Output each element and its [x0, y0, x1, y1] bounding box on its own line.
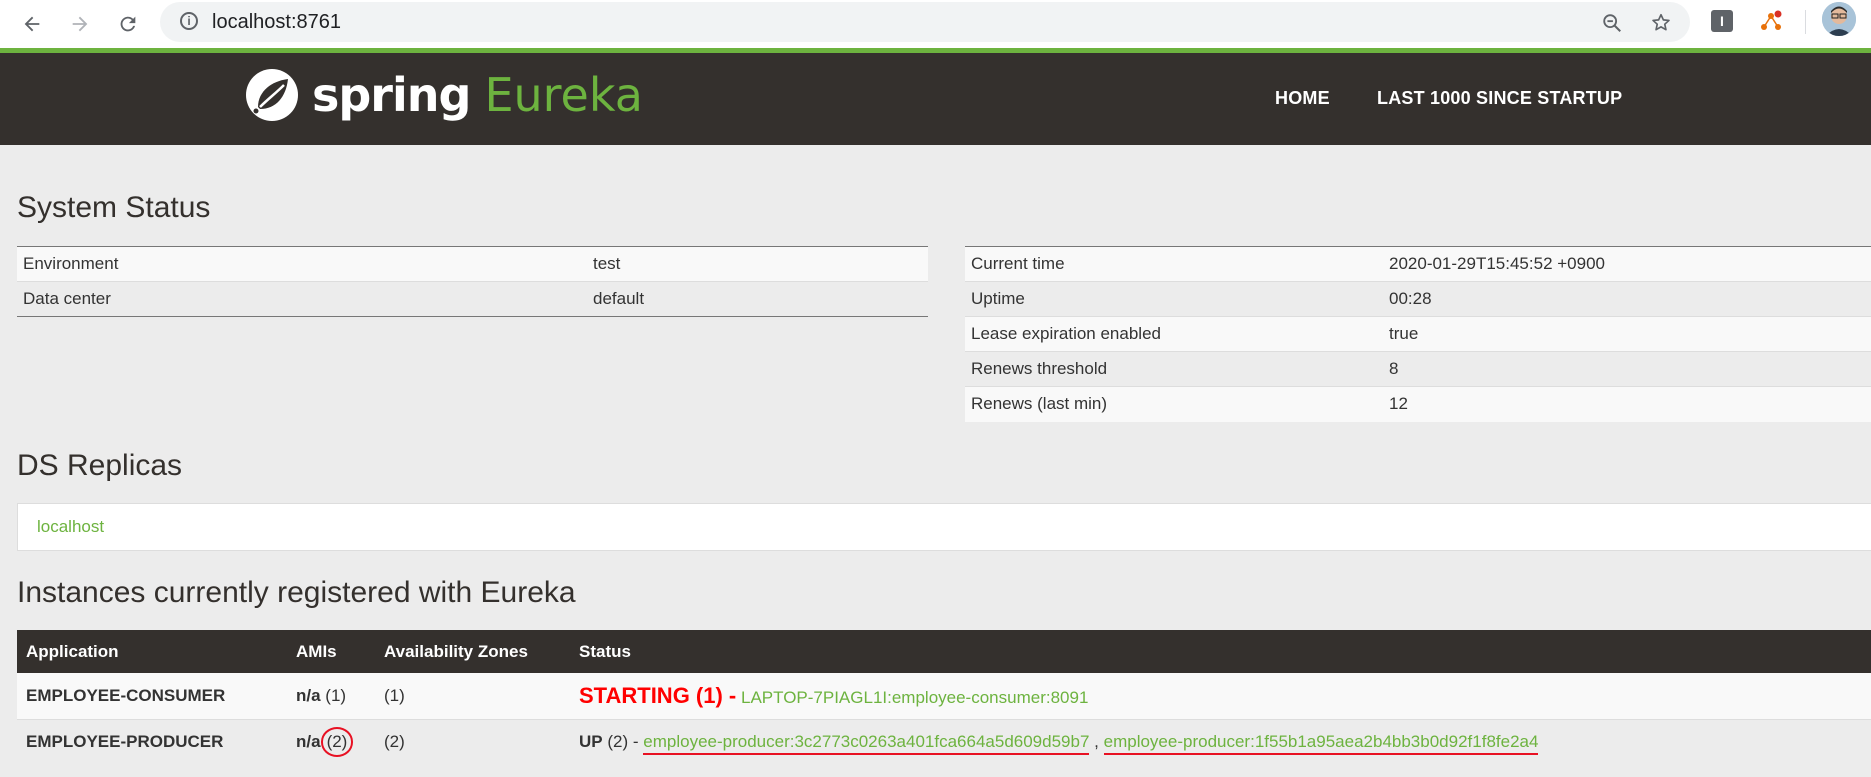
reload-icon[interactable] — [110, 6, 146, 42]
url-text[interactable]: localhost:8761 — [212, 11, 341, 34]
instance-link[interactable]: employee-producer:3c2773c0263a401fca664a… — [643, 732, 1090, 756]
column-header-availability-zones: Availability Zones — [375, 630, 570, 673]
instances-heading: Instances currently registered with Eure… — [17, 576, 576, 609]
status-row-current-time: Current time 2020-01-29T15:45:52 +0900 — [965, 246, 1871, 282]
amis-na: n/a — [296, 732, 321, 752]
amis-cell: n/a (1) — [287, 673, 375, 719]
application-name: EMPLOYEE-CONSUMER — [17, 673, 287, 719]
table-row: EMPLOYEE-CONSUMER n/a (1) (1) STARTING (… — [17, 673, 1871, 719]
status-cell: STARTING (1) - LAPTOP-7PIAGL1I:employee-… — [570, 673, 1871, 719]
status-label: Lease expiration enabled — [971, 324, 1161, 343]
zones-cell: (2) — [375, 718, 570, 765]
status-value: test — [593, 254, 621, 273]
amis-count-circled: (2) — [320, 727, 354, 758]
column-header-application: Application — [17, 630, 287, 673]
status-label: Environment — [23, 254, 119, 273]
amis-count: (1) — [325, 685, 347, 705]
status-value: default — [593, 289, 645, 308]
profile-avatar[interactable] — [1822, 2, 1856, 36]
system-status-left-table: Environment test Data center default — [17, 246, 928, 317]
system-status-heading: System Status — [17, 191, 211, 224]
status-label: Current time — [971, 254, 1065, 273]
status-value: true — [1389, 324, 1419, 343]
eureka-navbar: spring Eureka HOME LAST 1000 SINCE START… — [0, 53, 1871, 145]
column-header-amis: AMIs — [287, 630, 375, 673]
status-count: (2) - — [607, 732, 639, 752]
amis-cell: n/a (2) — [287, 718, 375, 765]
extension-network-icon[interactable] — [1758, 8, 1784, 34]
status-label: Uptime — [971, 289, 1025, 308]
site-info-icon[interactable]: i — [180, 12, 198, 30]
status-row-uptime: Uptime 00:28 — [965, 281, 1871, 317]
status-row-data-center: Data center default — [17, 281, 928, 317]
status-row-environment: Environment test — [17, 246, 928, 282]
extension-i-icon[interactable]: I — [1709, 8, 1735, 34]
system-status-right-table: Current time 2020-01-29T15:45:52 +0900 U… — [965, 246, 1871, 422]
back-icon[interactable] — [14, 6, 50, 42]
status-value: 8 — [1389, 359, 1399, 378]
url-port: :8761 — [290, 11, 341, 33]
instance-link[interactable]: employee-producer:1f55b1a95aea2b4bb3b0d9… — [1103, 732, 1539, 756]
browser-toolbar: i localhost:8761 I — [0, 0, 1871, 48]
status-row-renews-threshold: Renews threshold 8 — [965, 351, 1871, 387]
spring-eureka-logo[interactable]: spring Eureka — [244, 67, 643, 123]
instances-header-row: Application AMIs Availability Zones Stat… — [17, 630, 1871, 673]
ds-replicas-list: localhost — [17, 503, 1871, 551]
link-separator: , — [1094, 732, 1099, 752]
column-header-status: Status — [570, 630, 1871, 673]
address-bar[interactable]: i localhost:8761 — [160, 2, 1690, 42]
forward-icon[interactable] — [62, 6, 98, 42]
status-row-lease-expiration: Lease expiration enabled true — [965, 316, 1871, 352]
zones-cell: (1) — [375, 673, 570, 719]
bookmark-star-icon[interactable] — [1646, 8, 1676, 38]
instances-table: Application AMIs Availability Zones Stat… — [17, 630, 1871, 765]
ds-replicas-heading: DS Replicas — [17, 449, 183, 482]
replica-link-localhost[interactable]: localhost — [37, 517, 104, 537]
extension-i-label: I — [1711, 10, 1733, 32]
nav-last-1000-link[interactable]: LAST 1000 SINCE STARTUP — [1377, 88, 1622, 109]
logo-spring-text: spring — [312, 68, 471, 122]
status-starting-label: STARTING (1) - — [579, 682, 737, 708]
zoom-icon[interactable] — [1597, 8, 1627, 38]
instance-link[interactable]: LAPTOP-7PIAGL1I:employee-consumer:8091 — [741, 688, 1088, 707]
amis-na: n/a — [296, 685, 321, 705]
nav-home-link[interactable]: HOME — [1275, 88, 1330, 109]
spring-leaf-icon — [246, 69, 298, 121]
application-name: EMPLOYEE-PRODUCER — [17, 718, 287, 765]
status-label: Data center — [23, 289, 111, 308]
status-cell: UP (2) - employee-producer:3c2773c0263a4… — [570, 718, 1871, 765]
status-up-label: UP — [579, 732, 603, 752]
logo-eureka-text: Eureka — [484, 68, 643, 122]
url-host: localhost — [212, 11, 291, 33]
toolbar-divider — [1805, 10, 1806, 34]
table-row: EMPLOYEE-PRODUCER n/a (2) (2) UP (2) - em… — [17, 718, 1871, 765]
status-label: Renews (last min) — [971, 394, 1108, 414]
status-row-renews-last-min: Renews (last min) 12 — [965, 386, 1871, 422]
status-value: 00:28 — [1389, 289, 1432, 308]
status-label: Renews threshold — [971, 359, 1108, 378]
status-value: 12 — [1389, 394, 1408, 414]
status-value: 2020-01-29T15:45:52 +0900 — [1389, 254, 1605, 273]
